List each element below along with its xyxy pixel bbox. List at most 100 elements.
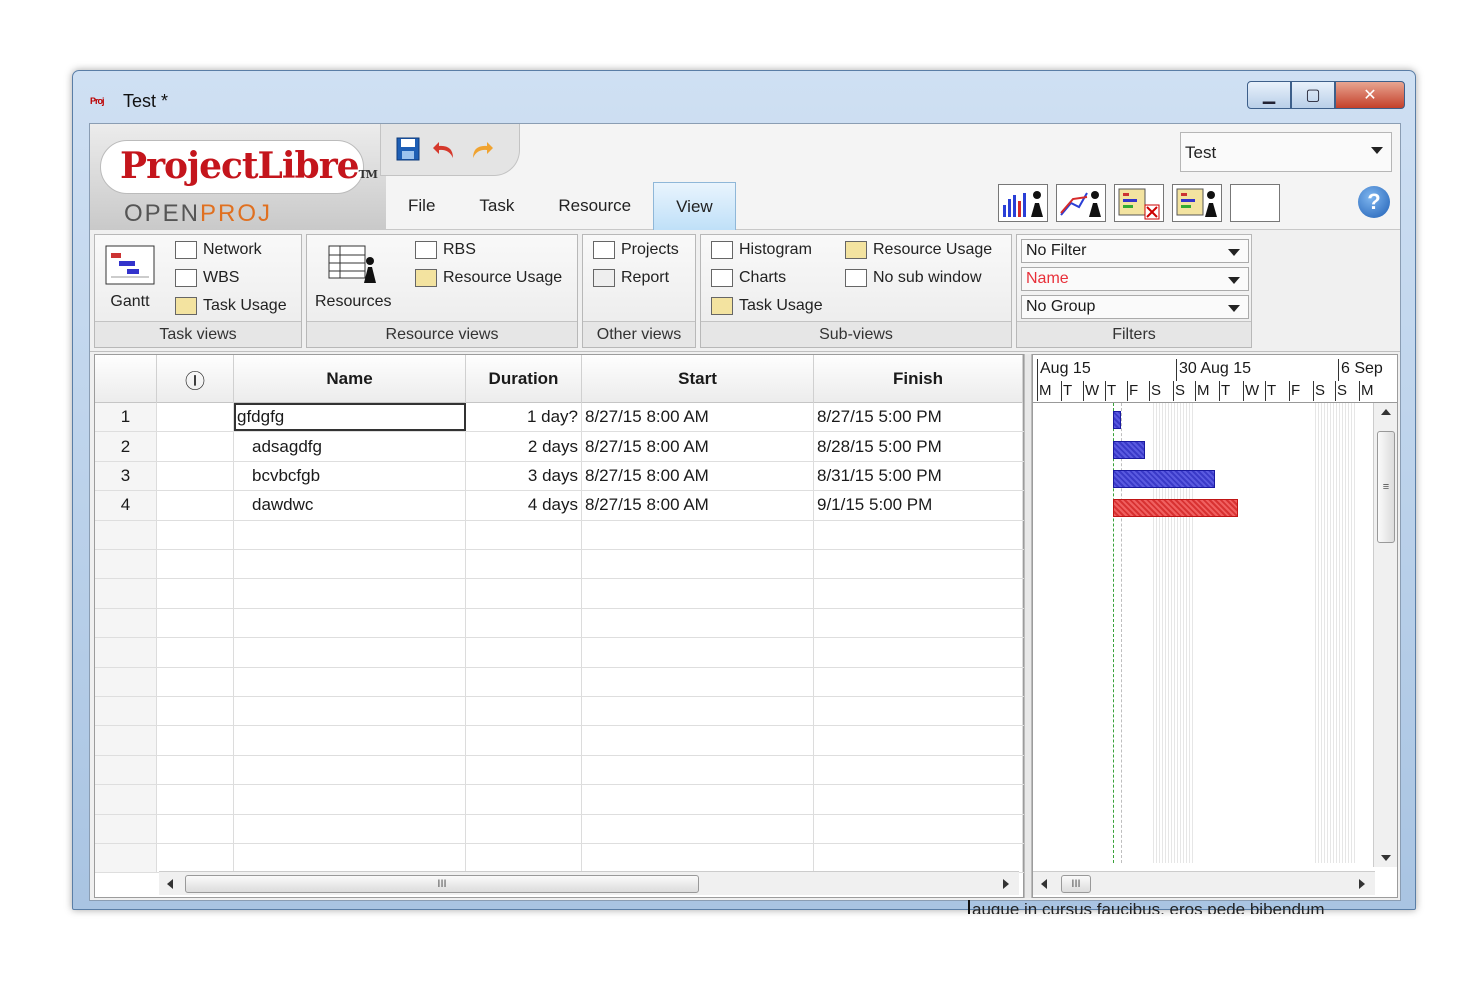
table-cell-indicator[interactable]: [157, 638, 234, 667]
blank-view-button[interactable]: [1230, 184, 1280, 222]
table-cell-finish[interactable]: [814, 579, 1023, 608]
table-row[interactable]: [95, 520, 1025, 550]
gantt-task-bar[interactable]: [1113, 441, 1145, 459]
table-cell-start[interactable]: [582, 520, 814, 549]
scroll-down-icon[interactable]: [1381, 855, 1391, 861]
table-cell-indicator[interactable]: [157, 726, 234, 755]
table-cell-num[interactable]: [95, 550, 157, 579]
table-cell-duration[interactable]: [466, 785, 582, 814]
table-cell-indicator[interactable]: [157, 491, 234, 520]
table-cell-start[interactable]: [582, 697, 814, 726]
header-row-number[interactable]: [95, 355, 157, 403]
table-cell-name[interactable]: dawdwc: [234, 491, 466, 520]
table-row[interactable]: [95, 638, 1025, 668]
table-cell-indicator[interactable]: [157, 432, 234, 461]
table-cell-duration[interactable]: [466, 697, 582, 726]
table-cell-indicator[interactable]: [157, 579, 234, 608]
table-cell-duration[interactable]: [466, 726, 582, 755]
gantt-task-bar[interactable]: [1113, 470, 1215, 488]
table-row[interactable]: [95, 755, 1025, 786]
table-cell-num[interactable]: [95, 579, 157, 608]
gantt-vscroll-thumb[interactable]: ≡: [1377, 431, 1395, 543]
resource-usage-button[interactable]: Resource Usage: [415, 269, 562, 287]
table-cell-finish[interactable]: 8/27/15 5:00 PM: [814, 403, 1023, 432]
charts-view-button[interactable]: [1056, 184, 1106, 222]
sub-task-usage-button[interactable]: Task Usage: [711, 297, 823, 315]
table-cell-indicator[interactable]: [157, 814, 234, 843]
table-cell-finish[interactable]: [814, 844, 1023, 873]
table-cell-duration[interactable]: [466, 667, 582, 696]
table-cell-finish[interactable]: [814, 697, 1023, 726]
table-cell-start[interactable]: [582, 814, 814, 843]
table-cell-start[interactable]: [582, 844, 814, 873]
table-cell-duration[interactable]: [466, 550, 582, 579]
tab-task[interactable]: Task: [457, 182, 536, 230]
no-sub-window-button[interactable]: No sub window: [845, 269, 982, 287]
table-cell-name[interactable]: adsagdfg: [234, 432, 466, 461]
report-button[interactable]: Report: [593, 269, 669, 287]
table-cell-duration[interactable]: [466, 638, 582, 667]
table-cell-num[interactable]: [95, 785, 157, 814]
task-usage-button[interactable]: Task Usage: [175, 297, 287, 315]
table-cell-start[interactable]: [582, 755, 814, 785]
maximize-button[interactable]: ▢: [1291, 81, 1335, 109]
filter-select[interactable]: No Filter: [1021, 239, 1249, 263]
table-cell-name[interactable]: [234, 726, 466, 755]
table-cell-name[interactable]: bcvbcfgb: [234, 461, 466, 491]
table-cell-num[interactable]: 3: [95, 461, 157, 491]
table-cell-start[interactable]: 8/27/15 8:00 AM: [582, 403, 814, 432]
no-resource-usage-button[interactable]: [1114, 184, 1164, 222]
table-cell-num[interactable]: [95, 755, 157, 785]
sub-resource-usage-button[interactable]: Resource Usage: [845, 241, 992, 259]
table-cell-start[interactable]: [582, 667, 814, 696]
table-cell-name[interactable]: [234, 667, 466, 696]
table-row[interactable]: [95, 667, 1025, 697]
scroll-right-icon[interactable]: [1359, 879, 1365, 889]
table-cell-num[interactable]: [95, 608, 157, 638]
table-cell-num[interactable]: [95, 638, 157, 667]
table-cell-finish[interactable]: [814, 550, 1023, 579]
table-cell-finish[interactable]: [814, 608, 1023, 638]
table-cell-indicator[interactable]: [157, 785, 234, 814]
table-row[interactable]: [95, 550, 1025, 580]
tab-file[interactable]: File: [386, 182, 457, 230]
table-cell-indicator[interactable]: [157, 667, 234, 696]
network-button[interactable]: Network: [175, 241, 262, 259]
charts-button[interactable]: Charts: [711, 269, 786, 287]
table-cell-duration[interactable]: 2 days: [466, 432, 582, 461]
scroll-right-icon[interactable]: [1003, 879, 1009, 889]
table-cell-num[interactable]: [95, 814, 157, 843]
table-cell-finish[interactable]: 8/31/15 5:00 PM: [814, 461, 1023, 491]
table-row[interactable]: 2 adsagdfg 2 days 8/27/15 8:00 AM 8/28/15 5:…: [95, 432, 1025, 462]
table-row[interactable]: [95, 814, 1025, 844]
title-bar[interactable]: Proj Test * ▁ ▢ ✕: [73, 71, 1415, 123]
grid-horizontal-scrollbar[interactable]: III: [159, 871, 1019, 895]
group-select[interactable]: No Group: [1021, 295, 1249, 319]
table-cell-name[interactable]: [234, 785, 466, 814]
table-cell-start[interactable]: 8/27/15 8:00 AM: [582, 491, 814, 520]
table-cell-indicator[interactable]: [157, 697, 234, 726]
table-cell-indicator[interactable]: [157, 550, 234, 579]
table-cell-start[interactable]: 8/27/15 8:00 AM: [582, 432, 814, 461]
table-cell-indicator[interactable]: [157, 520, 234, 549]
table-cell-name[interactable]: [234, 844, 466, 873]
header-name[interactable]: Name: [234, 355, 466, 403]
tab-view[interactable]: View: [653, 182, 736, 230]
projects-button[interactable]: Projects: [593, 241, 679, 259]
table-cell-indicator[interactable]: [157, 403, 234, 432]
gantt-button[interactable]: Gantt: [105, 245, 155, 311]
table-row[interactable]: [95, 579, 1025, 609]
table-cell-duration[interactable]: [466, 814, 582, 843]
table-cell-num[interactable]: [95, 726, 157, 755]
table-cell-start[interactable]: [582, 785, 814, 814]
help-icon[interactable]: ?: [1358, 186, 1390, 218]
table-cell-start[interactable]: [582, 579, 814, 608]
table-cell-duration[interactable]: [466, 520, 582, 549]
table-cell-indicator[interactable]: [157, 844, 234, 873]
table-cell-duration[interactable]: 4 days: [466, 491, 582, 520]
close-button[interactable]: ✕: [1335, 81, 1405, 109]
gantt-vertical-scrollbar[interactable]: ≡: [1373, 403, 1397, 867]
table-cell-duration[interactable]: 3 days: [466, 461, 582, 491]
table-row[interactable]: 1 gfdgfg 1 day? 8/27/15 8:00 AM 8/27/15 5:00…: [95, 403, 1025, 433]
header-duration[interactable]: Duration: [466, 355, 582, 403]
